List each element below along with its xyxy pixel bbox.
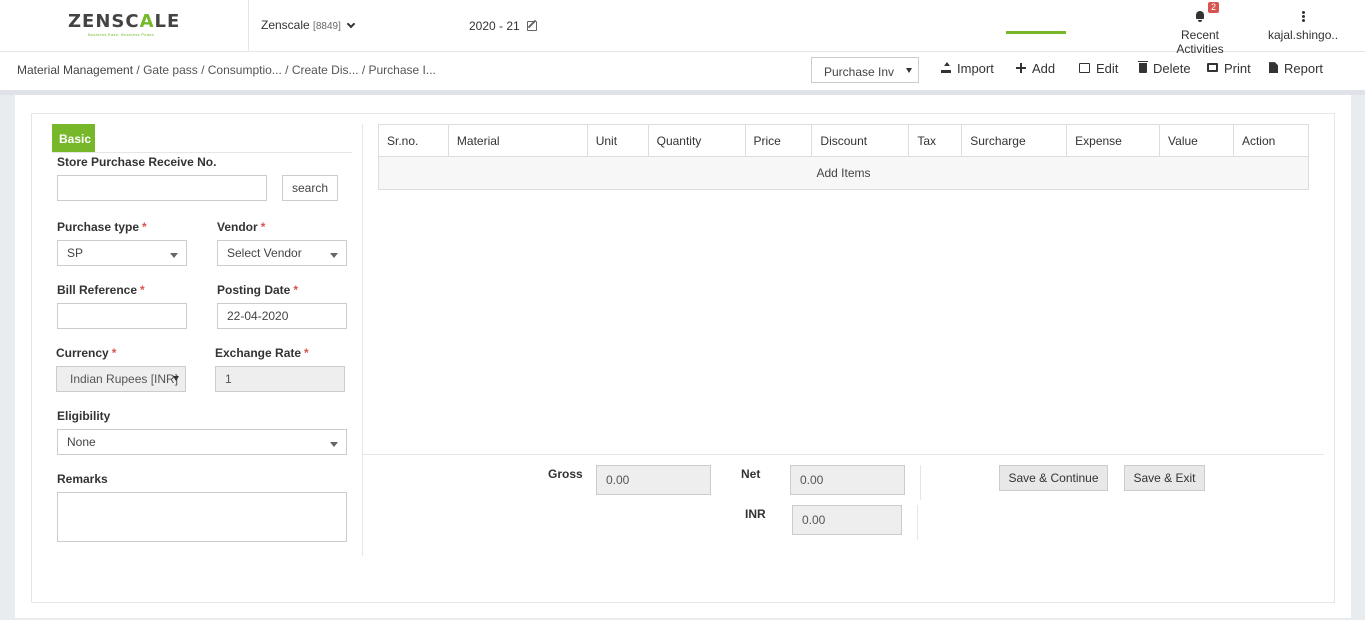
col-sr-no: Sr.no. [378,124,449,157]
logo-tagline: Business Ease. Business Peace. [88,32,156,37]
delete-button[interactable]: Delete [1138,60,1191,76]
exchange-rate-input[interactable] [215,366,345,392]
posting-date-input[interactable] [217,303,347,329]
active-action-indicator [1006,31,1066,34]
zenscale-logo[interactable]: ZENSCALE Business Ease. Business Peace. [68,12,180,40]
table-row: Add Items [378,156,1309,190]
breadcrumb-item-consumption[interactable]: / Consumptio... [198,63,282,77]
caret-down-icon [170,253,178,258]
col-expense: Expense [1066,124,1161,157]
table-header-row: Sr.no. Material Unit Quantity Price Disc… [378,124,1310,157]
bill-reference-input[interactable] [57,303,187,329]
import-button[interactable]: Import [941,61,994,76]
breadcrumb-item-gate-pass[interactable]: / Gate pass [133,63,197,77]
plus-icon [1016,62,1026,73]
net-value [790,465,905,495]
caret-down-icon [330,442,338,447]
tab-basic[interactable]: Basic [52,124,95,152]
bell-icon [1195,11,1205,22]
trash-icon [1138,60,1148,73]
edit-icon [1079,62,1090,73]
col-price: Price [744,124,813,157]
col-action: Action [1232,124,1310,157]
document-type-select[interactable]: Purchase Invoice [811,57,919,83]
breadcrumb-root[interactable]: Material Management [17,63,133,77]
company-name: Zenscale [261,18,310,32]
store-receive-input[interactable] [57,175,267,201]
eligibility-label: Eligibility [57,409,111,423]
save-exit-button[interactable]: Save & Exit [1124,465,1205,491]
col-quantity: Quantity [647,124,746,157]
top-header: ZENSCALE Business Ease. Business Peace. … [0,0,1365,56]
document-type-value: Purchase Invoice [824,65,894,79]
caret-down-icon [330,253,338,258]
caret-down-icon [906,68,912,73]
vendor-select[interactable]: Select Vendor [217,240,347,266]
remarks-textarea[interactable] [57,492,347,542]
fiscal-year: 2020 - 21 [469,19,520,33]
purchase-type-value: SP [67,246,84,260]
currency-label: Currency * [56,346,117,360]
company-selector[interactable]: Zenscale [8849] [261,18,356,32]
printer-icon [1207,63,1218,73]
breadcrumb-item-create-dispatch[interactable]: / Create Dis... [282,63,358,77]
user-menu-button[interactable]: kajal.shingo.. [1268,8,1338,42]
caret-down-icon [173,376,179,381]
kebab-menu-icon [1301,11,1305,22]
column-divider [362,124,363,556]
gross-value [596,465,711,495]
edit-icon [527,21,538,31]
add-button[interactable]: Add [1016,61,1055,76]
net-label: Net [741,467,761,481]
add-items-button[interactable]: Add Items [378,156,1309,190]
posting-date-label: Posting Date * [217,283,299,297]
print-button[interactable]: Print [1207,61,1251,76]
toolbar: Material Management / Gate pass / Consum… [0,53,1365,90]
recent-activities-label: Recent Activities [1176,28,1224,56]
eligibility-select[interactable]: None [57,429,347,455]
tab-divider [52,152,352,153]
currency-value: Indian Rupees [INR] [70,372,179,386]
col-material: Material [447,124,588,157]
logo-wordmark: ZENSCALE [68,11,181,32]
save-continue-button[interactable]: Save & Continue [999,465,1108,491]
items-table: Sr.no. Material Unit Quantity Price Disc… [378,124,1310,190]
gross-label: Gross [548,467,583,481]
store-receive-label: Store Purchase Receive No. [57,155,217,169]
breadcrumb-item-purchase-invoice[interactable]: / Purchase I... [359,63,436,77]
chevron-down-icon [346,19,356,29]
vendor-label: Vendor * [217,220,266,234]
recent-activities-button[interactable]: 2 Recent Activities [1157,2,1243,56]
totals-separator [920,465,921,500]
col-unit: Unit [586,124,649,157]
remarks-label: Remarks [57,472,108,486]
bill-reference-label: Bill Reference * [57,283,145,297]
company-code: [8849] [313,21,341,32]
document-icon [1269,62,1278,74]
totals-divider [363,454,1324,455]
header-divider [248,0,249,52]
col-value: Value [1159,124,1234,157]
vendor-value: Select Vendor [227,246,302,260]
inr-value [792,505,902,535]
exchange-rate-label: Exchange Rate * [215,346,309,360]
search-button[interactable]: search [282,175,338,201]
currency-select[interactable]: Indian Rupees [INR] [56,366,186,392]
col-discount: Discount [811,124,910,157]
totals-separator-2 [917,505,918,540]
notification-badge: 2 [1208,2,1220,13]
breadcrumb: Material Management / Gate pass / Consum… [17,63,436,77]
inr-label: INR [745,507,766,521]
edit-button[interactable]: Edit [1079,61,1118,76]
col-tax: Tax [908,124,963,157]
purchase-type-label: Purchase type * [57,220,147,234]
user-name: kajal.shingo.. [1268,28,1339,42]
report-button[interactable]: Report [1269,61,1323,76]
fiscal-year-selector[interactable]: 2020 - 21 [469,19,538,33]
purchase-type-select[interactable]: SP [57,240,187,266]
col-surcharge: Surcharge [961,124,1068,157]
eligibility-value: None [67,435,96,449]
upload-icon [941,62,951,74]
